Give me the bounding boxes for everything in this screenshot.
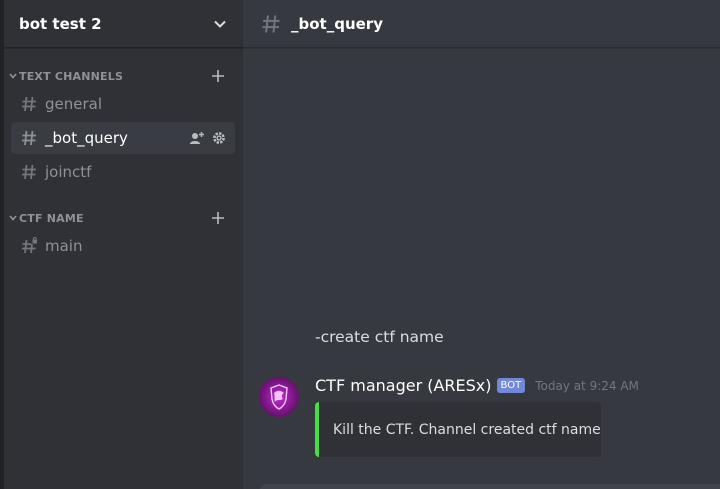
add-channel-icon[interactable] — [210, 68, 226, 84]
author-name[interactable]: CTF manager (ARESx) — [315, 376, 492, 395]
gear-icon[interactable] — [211, 130, 227, 150]
channel-general[interactable]: general — [11, 88, 235, 120]
hash-icon — [19, 162, 39, 182]
channel-header: _bot_query — [243, 0, 720, 48]
channel-label: main — [45, 237, 83, 255]
category-label: CTF NAME — [19, 211, 84, 225]
chevron-down-icon[interactable] — [213, 17, 227, 31]
message-text: -create ctf name — [315, 328, 444, 346]
channel-bot-query[interactable]: _bot_query — [11, 122, 235, 154]
category-label: TEXT CHANNELS — [19, 69, 124, 83]
category-ctf-name[interactable]: CTF NAME — [4, 209, 243, 227]
message-header: CTF manager (ARESx) BOT Today at 9:24 AM — [315, 376, 639, 395]
channel-main[interactable]: main — [11, 230, 235, 262]
invite-member-icon[interactable] — [189, 130, 205, 150]
message-input[interactable] — [259, 484, 720, 489]
embed-text: Kill the CTF. Channel created ctf name — [333, 421, 601, 438]
channel-label: joinctf — [45, 163, 92, 181]
channel-label: _bot_query — [45, 129, 128, 147]
hash-icon — [259, 12, 283, 36]
hash-icon — [19, 128, 39, 148]
message-embed: Kill the CTF. Channel created ctf name — [315, 402, 601, 457]
server-name: bot test 2 — [19, 14, 102, 33]
chevron-down-icon — [7, 212, 19, 224]
bot-badge: BOT — [496, 378, 526, 393]
channel-label: general — [45, 95, 103, 113]
hash-icon — [19, 94, 39, 114]
add-channel-icon[interactable] — [210, 210, 226, 226]
chevron-down-icon — [7, 70, 19, 82]
message-timestamp: Today at 9:24 AM — [535, 378, 639, 393]
chat-area: _bot_query -create ctf name CTF manager … — [243, 0, 720, 489]
server-header[interactable]: bot test 2 — [4, 0, 243, 48]
category-text-channels[interactable]: TEXT CHANNELS — [4, 67, 243, 85]
channel-title: _bot_query — [291, 14, 383, 33]
locked-hash-icon — [19, 236, 39, 256]
channel-joinctf[interactable]: joinctf — [11, 156, 235, 188]
avatar[interactable] — [259, 377, 299, 417]
channel-sidebar: bot test 2 TEXT CHANNELS general _bot_qu… — [4, 0, 243, 489]
